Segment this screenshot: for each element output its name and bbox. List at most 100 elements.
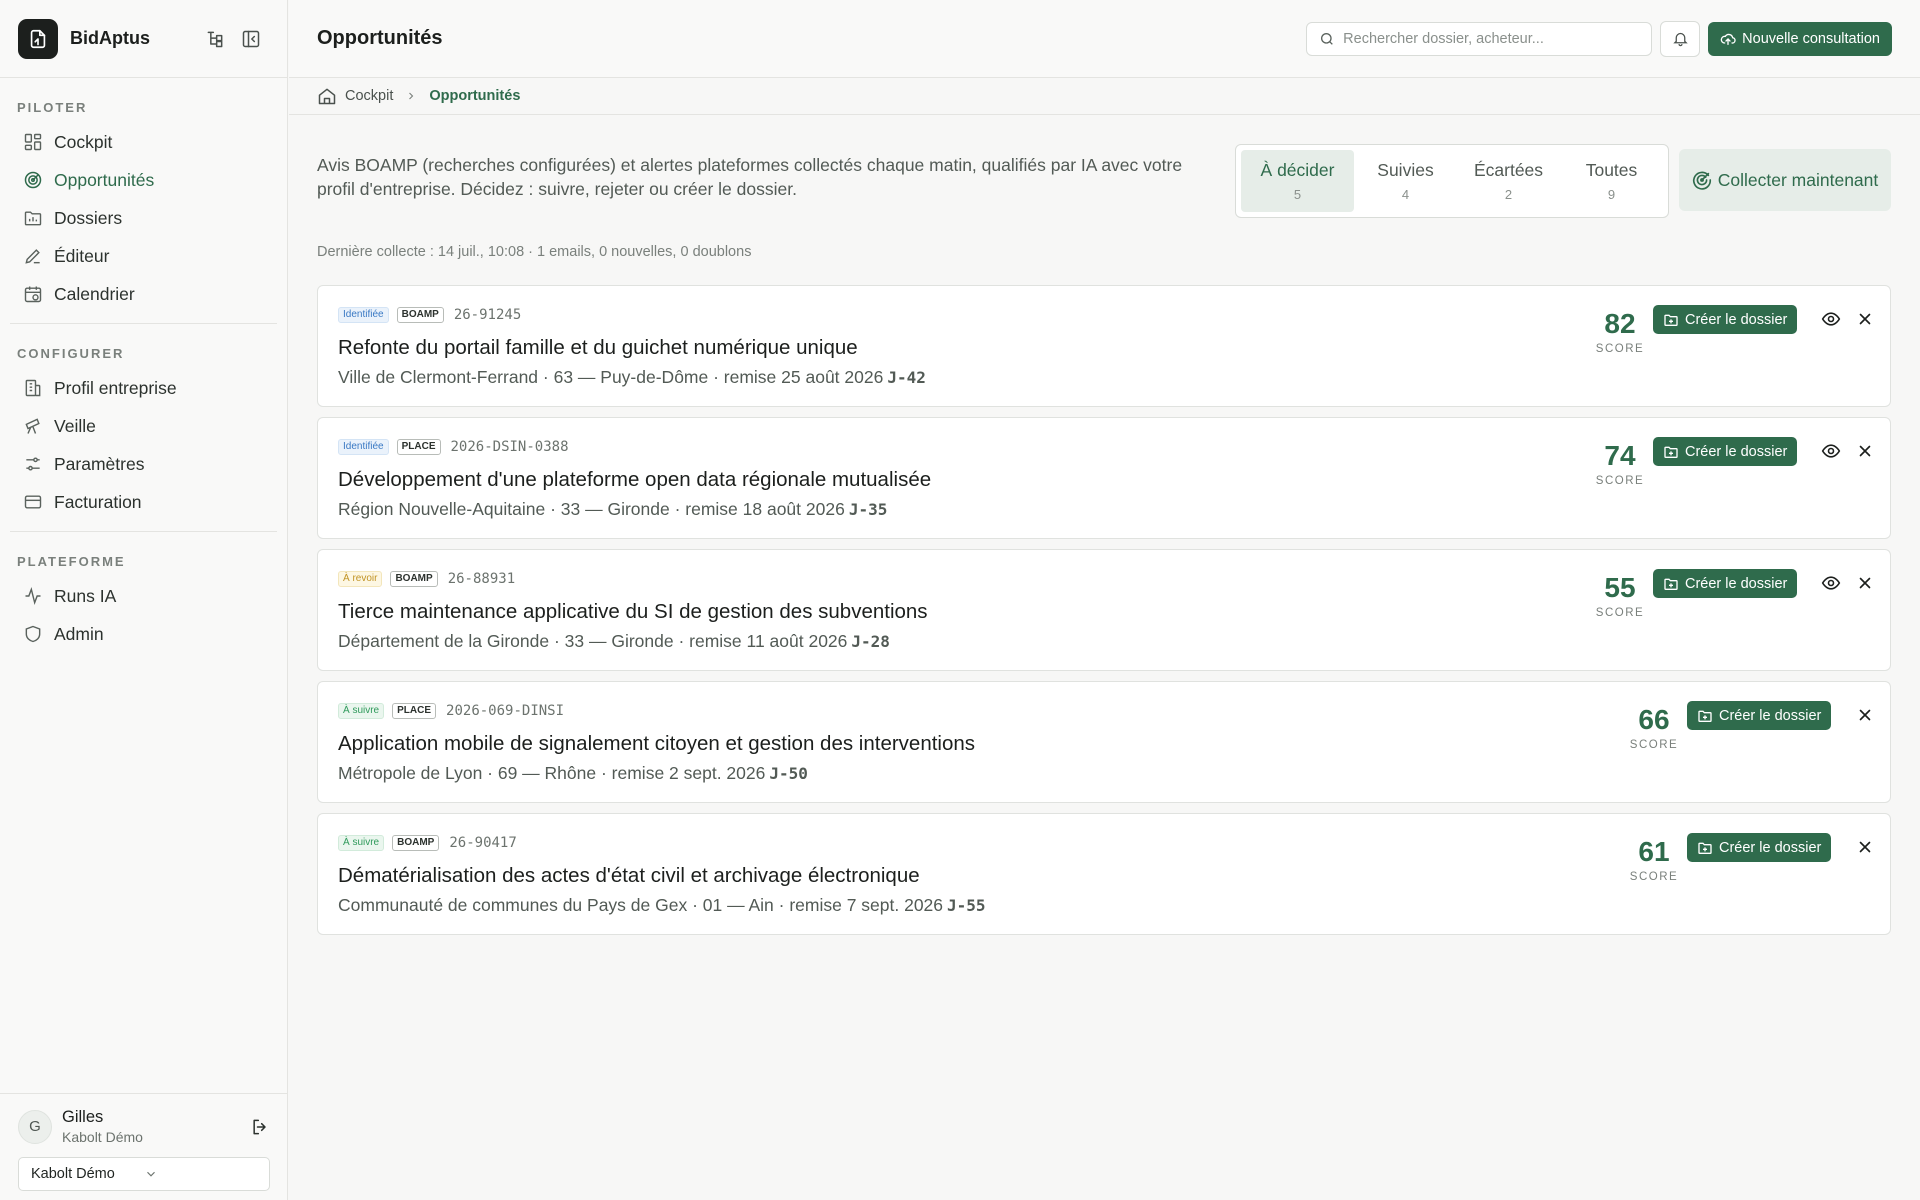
opportunity-subtitle: Métropole de Lyon · 69 — Rhône · remise … [338, 763, 1870, 784]
search-icon [1319, 31, 1335, 47]
app-logo-icon[interactable] [18, 18, 58, 59]
reference-number: 26-91245 [453, 307, 522, 323]
sidebar-item-calendrier[interactable]: Calendrier [0, 275, 287, 313]
shield-icon [22, 623, 44, 645]
breadcrumb-home[interactable]: Cockpit [345, 88, 393, 104]
close-icon[interactable] [1854, 836, 1876, 858]
search-box[interactable] [1306, 21, 1653, 56]
collect-now-button[interactable]: Collecter maintenant [1679, 149, 1891, 211]
tab-a-decider[interactable]: À décider 5 [1241, 150, 1354, 212]
score-block: 66 SCORE [1619, 704, 1689, 751]
close-icon[interactable] [1854, 440, 1876, 462]
intro-text: Avis BOAMP (recherches configurées) et a… [317, 155, 1183, 199]
org-select-value: Kabolt Démo [31, 1166, 115, 1182]
source-badge: BOAMP [392, 835, 440, 851]
sidebar-item-admin[interactable]: Admin [0, 615, 287, 653]
buyer-location-deadline: Communauté de communes du Pays de Gex · … [338, 895, 944, 915]
close-icon[interactable] [1854, 308, 1876, 330]
tab-suivies[interactable]: Suivies 4 [1354, 150, 1457, 212]
sidebar-item-veille[interactable]: Veille [0, 407, 287, 445]
score-block: 61 SCORE [1619, 836, 1689, 883]
opportunity-subtitle: Département de la Gironde · 33 — Gironde… [338, 631, 1870, 652]
create-dossier-label: Créer le dossier [1685, 575, 1788, 592]
user-org: Kabolt Démo [62, 1129, 143, 1145]
topbar: Opportunités Nouvelle consultation [289, 0, 1920, 78]
notifications-button[interactable] [1660, 20, 1701, 57]
collapse-sidebar-icon[interactable] [233, 21, 269, 57]
section-title-piloter: PILOTER [17, 100, 88, 115]
sidebar-item-label: Profil entreprise [54, 377, 177, 398]
opportunity-card[interactable]: Identifiée PLACE 2026-DSIN-0388 Développeme… [317, 417, 1891, 539]
sidebar-item-label: Veille [54, 415, 96, 436]
sidebar-item-label: Calendrier [54, 283, 135, 304]
days-remaining: J-55 [947, 896, 986, 915]
sidebar-item-cockpit[interactable]: Cockpit [0, 123, 287, 161]
intro-row: Avis BOAMP (recherches configurées) et a… [317, 144, 1891, 218]
tree-view-icon[interactable] [197, 21, 233, 57]
create-dossier-button[interactable]: Créer le dossier [1653, 305, 1798, 334]
opportunity-card[interactable]: À revoir BOAMP 26-88931 Tierce maintenance … [317, 549, 1891, 671]
pen-icon [22, 245, 44, 267]
status-badge: À suivre [338, 703, 385, 719]
days-remaining: J-28 [851, 632, 890, 651]
create-dossier-button[interactable]: Créer le dossier [1653, 437, 1798, 466]
tab-label: Écartées [1473, 160, 1544, 180]
eye-icon[interactable] [1820, 440, 1842, 462]
user-name: Gilles [62, 1108, 104, 1126]
status-badge: À revoir [338, 571, 383, 587]
close-icon[interactable] [1854, 572, 1876, 594]
opportunity-card[interactable]: Identifiée BOAMP 26-91245 Refonte du portai… [317, 285, 1891, 407]
sidebar-item-label: Cockpit [54, 131, 113, 152]
sidebar-item-opportunites[interactable]: Opportunités [0, 161, 287, 199]
credit-card-icon [22, 491, 44, 513]
logout-icon[interactable] [250, 1117, 270, 1137]
close-icon[interactable] [1854, 704, 1876, 726]
sidebar-item-dossiers[interactable]: Dossiers [0, 199, 287, 237]
score-value: 82 [1604, 308, 1636, 339]
new-consultation-button[interactable]: Nouvelle consultation [1708, 21, 1892, 56]
opportunity-card[interactable]: À suivre BOAMP 26-90417 Dématérialisation d… [317, 813, 1891, 935]
sidebar-item-parametres[interactable]: Paramètres [0, 445, 287, 483]
days-remaining: J-35 [848, 500, 888, 519]
sidebar-item-editeur[interactable]: Éditeur [0, 237, 287, 275]
main-content: Avis BOAMP (recherches configurées) et a… [317, 115, 1891, 935]
chevron-right-icon [405, 90, 417, 102]
org-select[interactable]: Kabolt Démo [18, 1157, 270, 1191]
bell-icon [1672, 30, 1689, 47]
grid-icon [22, 131, 44, 153]
sidebar: BidAptus PILOTER Cockpit Opportunités Do… [0, 0, 288, 1200]
tab-ecartees[interactable]: Écartées 2 [1457, 150, 1560, 212]
create-dossier-button[interactable]: Créer le dossier [1653, 569, 1798, 598]
source-badge: BOAMP [390, 571, 438, 587]
building-icon [22, 377, 44, 399]
score-value: 61 [1638, 836, 1670, 867]
breadcrumb-current: Opportunités [429, 88, 521, 104]
sidebar-item-label: Dossiers [54, 207, 123, 228]
create-dossier-button[interactable]: Créer le dossier [1687, 833, 1832, 862]
sidebar-item-runs-ia[interactable]: Runs IA [0, 577, 287, 615]
sidebar-item-profil-entreprise[interactable]: Profil entreprise [0, 369, 287, 407]
source-badge: PLACE [392, 703, 437, 719]
target-icon [22, 169, 44, 191]
reference-number: 2026-DSIN-0388 [450, 439, 569, 455]
eye-icon[interactable] [1820, 572, 1842, 594]
new-consultation-label: Nouvelle consultation [1742, 30, 1880, 47]
score-label: SCORE [1629, 739, 1679, 751]
section-title-plateforme: PLATEFORME [17, 554, 126, 569]
sidebar-item-facturation[interactable]: Facturation [0, 483, 287, 521]
opportunity-card[interactable]: À suivre PLACE 2026-069-DINSI Application m… [317, 681, 1891, 803]
tab-label: Suivies [1377, 160, 1434, 180]
sidebar-footer: G Gilles Kabolt Démo Kabolt Démo [0, 1093, 288, 1200]
search-input[interactable] [1343, 30, 1640, 47]
tab-label: Toutes [1585, 160, 1638, 180]
status-tabs: À décider 5 Suivies 4 Écartées 2 Toutes … [1235, 144, 1669, 218]
status-badge: Identifiée [338, 439, 389, 455]
eye-icon[interactable] [1820, 308, 1842, 330]
create-dossier-button[interactable]: Créer le dossier [1687, 701, 1832, 730]
sidebar-item-label: Éditeur [54, 245, 110, 266]
tab-count: 5 [1293, 187, 1302, 202]
folder-plus-icon [1697, 840, 1713, 856]
home-icon[interactable] [317, 86, 337, 106]
sidebar-item-label: Runs IA [54, 585, 117, 606]
tab-toutes[interactable]: Toutes 9 [1560, 150, 1663, 212]
